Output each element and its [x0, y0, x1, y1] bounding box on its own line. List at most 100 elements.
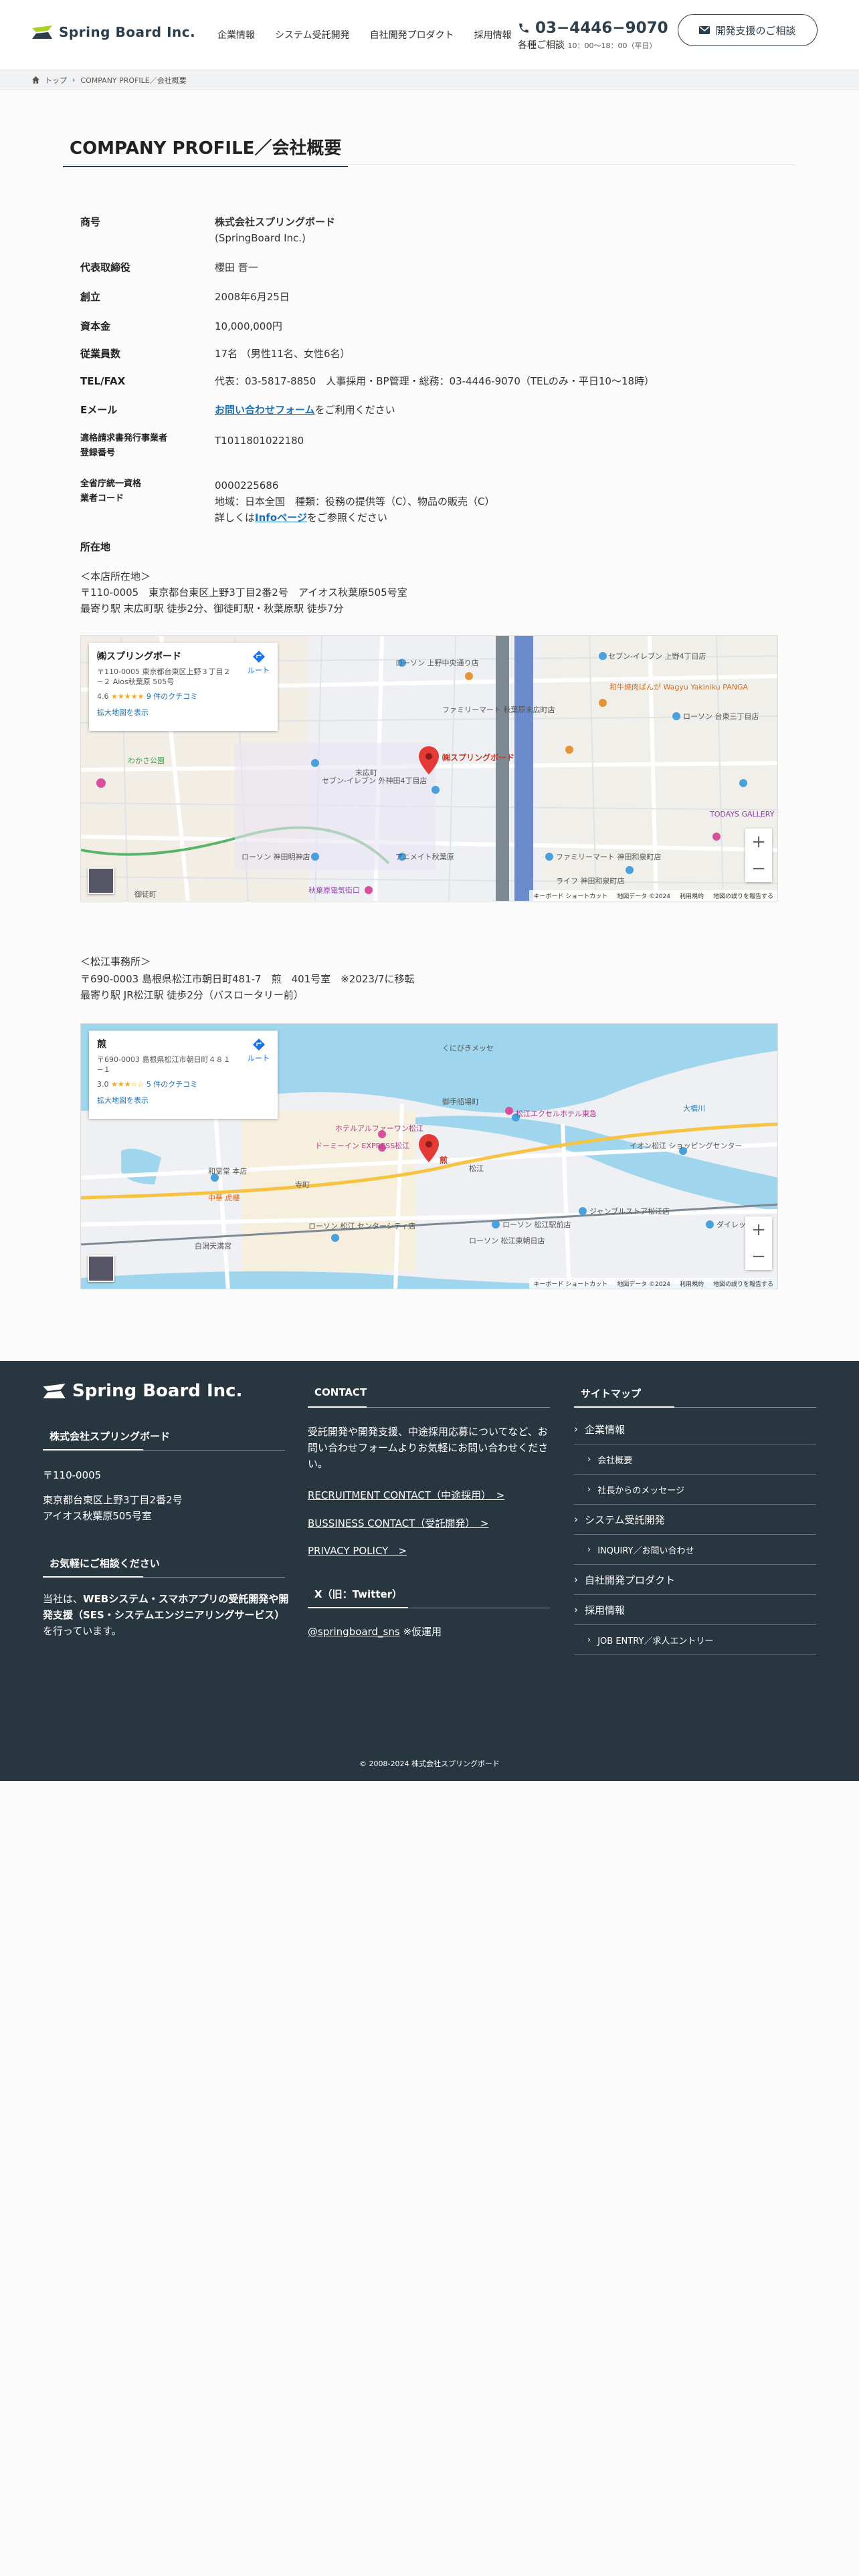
map2-large-map-link[interactable]: 拡大地図を表示: [97, 1095, 270, 1105]
map2-shortcuts-link[interactable]: キーボード ショートカット: [533, 1279, 607, 1288]
nav-item-system-dev[interactable]: システム受託開発: [275, 28, 350, 41]
map2-place-alpha-one: ホテルアルファーワン松江: [335, 1123, 423, 1133]
zoom-in-button[interactable]: +: [745, 1216, 772, 1243]
map2-stars-icon: ★★★☆☆: [111, 1080, 145, 1089]
map1-info-card: ㈱スプリングボード 〒110-0005 東京都台東区上野３丁目２−２ Aios秋…: [89, 643, 278, 731]
map1-place-name: ㈱スプリングボード: [97, 651, 181, 662]
home-icon: [32, 76, 39, 84]
site-logo[interactable]: Spring Board Inc.: [32, 24, 195, 40]
map1-terms-link[interactable]: 利用規約: [680, 891, 704, 900]
map1-shortcuts-link[interactable]: キーボード ショートカット: [533, 891, 607, 900]
ceo-value: 櫻田 晋一: [215, 261, 258, 274]
consult-button[interactable]: 開発支援のご相談: [678, 14, 818, 46]
x-account-link[interactable]: @springboard_sns: [308, 1626, 400, 1638]
map1-place-okachimachi: 御徒町: [134, 889, 157, 899]
matsue-map[interactable]: 大橋川 松江エクセルホテル東急 ホテルアルファーワン松江 ドーミーイン EXPR…: [80, 1023, 778, 1289]
company-name-en: (SpringBoard Inc.): [215, 232, 306, 244]
capital-value: 10,000,000円: [215, 320, 282, 332]
head-office-address: 〒110-0005 東京都台東区上野3丁目2番2号 アイオス秋葉原505号室: [80, 586, 407, 599]
logo-text: Spring Board Inc.: [59, 24, 196, 40]
tel-label: TEL/FAX: [80, 375, 126, 387]
license-label: 全省庁統一資格 業者コード: [80, 477, 141, 506]
info-page-link[interactable]: Infoページ: [255, 512, 307, 524]
map2-terms-link[interactable]: 利用規約: [680, 1279, 704, 1288]
footer-contact-text: 受託開発や開発支援、中途採用応募についてなど、お問い合わせフォームよりお気軽にお…: [308, 1426, 549, 1470]
map1-place-suehirocho: 末広町: [355, 768, 377, 777]
map1-place-address: 〒110-0005 東京都台東区上野３丁目２−２ Aios秋葉原 505号: [97, 667, 231, 686]
company-name: 株式会社スプリングボード: [215, 216, 336, 228]
business-contact-link[interactable]: BUSSINESS CONTACT（受託開発） >: [308, 1516, 488, 1530]
sitemap-item-recruit[interactable]: › 採用情報: [574, 1595, 816, 1625]
employees-value: 17名 （男性11名、女性6名）: [215, 348, 351, 360]
license-note-suffix: をご参照ください: [306, 512, 387, 524]
map1-place-lawson-taito3: ローソン 台東三丁目店: [683, 712, 759, 721]
footer-logo[interactable]: Spring Board Inc.: [43, 1381, 242, 1401]
phone-number[interactable]: 03−4446−9070: [535, 19, 668, 37]
breadcrumb: トップ › COMPANY PROFILE／会社概要: [0, 70, 859, 90]
map2-reviews-link[interactable]: 5 件のクチコミ: [147, 1080, 198, 1089]
phone-hours: 10：00〜18：00（平日）: [567, 41, 657, 50]
map2-place-mitefunaba: 御手船場町: [442, 1097, 479, 1106]
sitemap-item-inquiry[interactable]: › INQUIRY／お問い合わせ: [574, 1535, 816, 1565]
chevron-right-icon: ›: [587, 1484, 591, 1495]
email-value: お問い合わせフォームをご利用ください: [215, 402, 395, 418]
privacy-policy-link[interactable]: PRIVACY POLICY >: [308, 1543, 407, 1558]
map1-map-data: 地図データ ©2024: [617, 893, 670, 900]
head-office-map[interactable]: ローソン 上野中央通り店 セブン-イレブン 上野4丁目店 和牛焼肉ぱんが Wag…: [80, 635, 778, 901]
map2-place-dormy-inn: ドーミーイン EXPRESS松江: [315, 1141, 409, 1150]
map2-report-link[interactable]: 地図の誤りを報告する: [713, 1279, 773, 1288]
sitemap-item-company[interactable]: › 企業情報: [574, 1414, 816, 1444]
company-value: 株式会社スプリングボード (SpringBoard Inc.): [215, 214, 335, 246]
map1-place-akiba-station: 秋葉原電気街口: [308, 885, 360, 895]
map2-place-jumble: ジャンブルストア松江店: [589, 1206, 670, 1216]
zoom-out-button[interactable]: −: [745, 855, 772, 882]
sitemap-label: INQUIRY／お問い合わせ: [597, 1545, 694, 1556]
footer-address: 東京都台東区上野3丁目2番2号 アイオス秋葉原505号室: [43, 1492, 183, 1524]
map2-rating-row: 3.0 ★★★☆☆ 5 件のクチコミ: [97, 1079, 270, 1089]
map2-place-kunibiki: くにびきメッセ: [442, 1044, 494, 1053]
license-detail: 地域：日本全国 種類：役務の提供等（C）、物品の販売（C）: [215, 496, 495, 508]
map1-pin-label: ㈱スプリングボード: [442, 752, 514, 762]
footer-address-line1: 東京都台東区上野3丁目2番2号: [43, 1494, 183, 1506]
nav-item-company[interactable]: 企業情報: [217, 28, 255, 41]
chevron-right-icon: ›: [72, 76, 76, 84]
map2-place-lawson-center: ローソン 松江 センターシティ店: [308, 1221, 415, 1230]
nav-item-recruit[interactable]: 採用情報: [474, 28, 512, 41]
map2-place-excel-hotel: 松江エクセルホテル東急: [516, 1109, 597, 1118]
license-note-prefix: 詳しくは: [215, 512, 256, 524]
footer-company-heading: 株式会社スプリングボード: [50, 1430, 171, 1442]
mail-icon: [699, 26, 710, 34]
footer-zip: 〒110-0005: [43, 1469, 102, 1481]
email-suffix: をご利用ください: [314, 404, 395, 416]
sitemap-item-message[interactable]: › 社長からのメッセージ: [574, 1475, 816, 1505]
sitemap-item-profile[interactable]: › 会社概要: [574, 1444, 816, 1475]
recruitment-contact-link[interactable]: RECRUITMENT CONTACT（中途採用） >: [308, 1488, 504, 1502]
map2-satellite-toggle[interactable]: [88, 1255, 114, 1282]
matsue-title: ＜松江事務所＞: [80, 956, 151, 968]
map2-route-button[interactable]: ルート: [248, 1039, 270, 1063]
nav-item-products[interactable]: 自社開発プロダクト: [370, 28, 454, 41]
map2-zoom-controls: + −: [745, 1216, 772, 1270]
sitemap-item-products[interactable]: › 自社開発プロダクト: [574, 1565, 816, 1595]
map1-report-link[interactable]: 地図の誤りを報告する: [713, 891, 773, 900]
zoom-in-button[interactable]: +: [745, 829, 772, 855]
breadcrumb-home[interactable]: トップ: [45, 75, 67, 86]
map1-route-button[interactable]: ルート: [248, 651, 270, 675]
company-label: 商号: [80, 216, 101, 228]
zoom-out-button[interactable]: −: [745, 1243, 772, 1270]
site-footer: Spring Board Inc. 株式会社スプリングボード 〒110-0005…: [0, 1361, 859, 1781]
footer-divider: [43, 1449, 285, 1451]
map1-place-animate: アニメイト秋葉原: [395, 852, 454, 861]
phone-icon: [519, 23, 529, 33]
map2-pin-label: 煎: [440, 1155, 448, 1165]
map1-satellite-toggle[interactable]: [88, 867, 114, 894]
location-label: 所在地: [80, 541, 111, 553]
page-title: COMPANY PROFILE／会社概要: [63, 134, 349, 167]
sitemap-item-job-entry[interactable]: › JOB ENTRY／求人エントリー: [574, 1625, 816, 1655]
map2-place-name: 煎: [97, 1039, 106, 1050]
map1-reviews-link[interactable]: 9 件のクチコミ: [147, 692, 198, 701]
consult-prefix: 当社は、: [43, 1593, 84, 1605]
map1-large-map-link[interactable]: 拡大地図を表示: [97, 707, 270, 718]
sitemap-item-system-dev[interactable]: › システム受託開発: [574, 1505, 816, 1535]
contact-form-link[interactable]: お問い合わせフォーム: [215, 404, 315, 416]
